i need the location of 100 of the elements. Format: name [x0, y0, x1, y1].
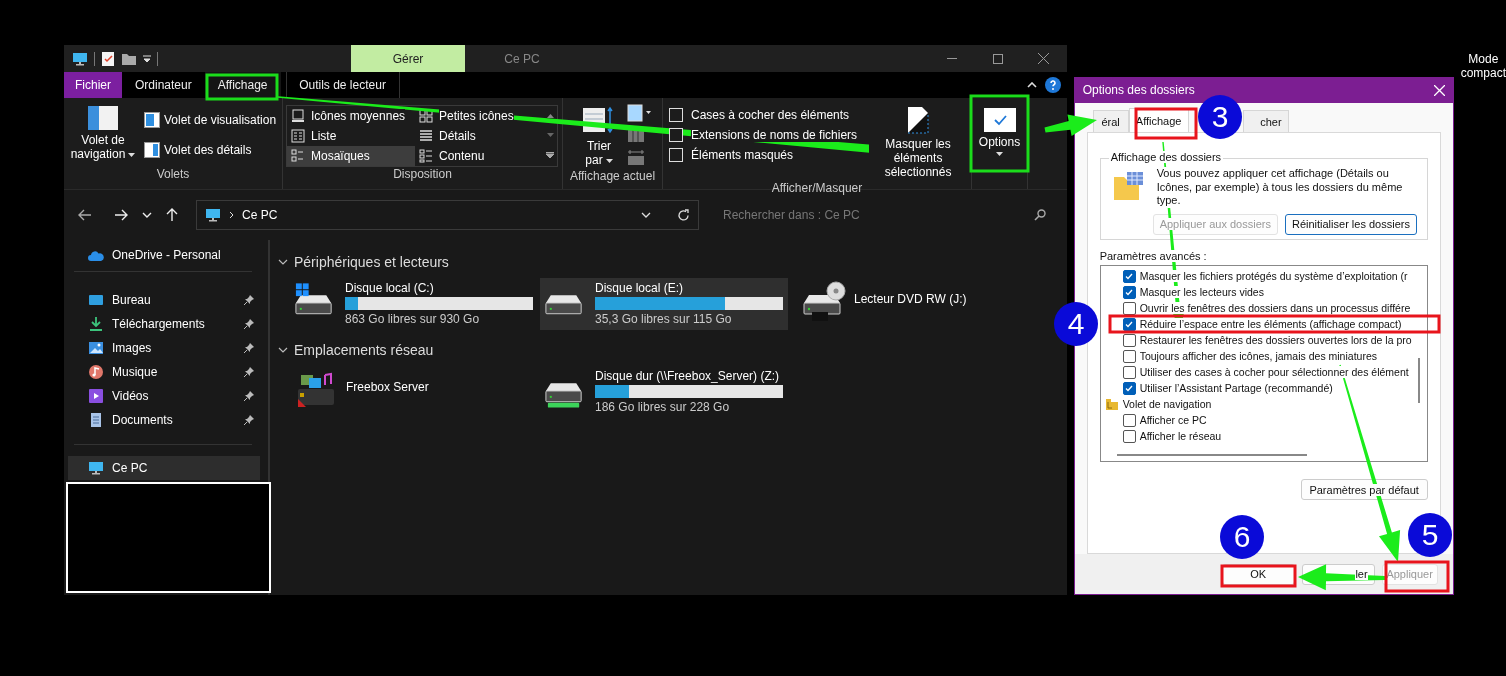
setting-label: Réduire l’espace entre les éléments (affichage compact): [1139, 318, 1402, 330]
pin-icon[interactable]: [244, 295, 254, 305]
pin-icon[interactable]: [244, 343, 254, 353]
setting-label: Ouvrir les fenêtres des dossiers dans un processus différe: [1139, 302, 1411, 314]
desktop-icon: [88, 292, 104, 308]
title-tab[interactable]: Ce PC: [465, 45, 579, 72]
checkbox[interactable]: [1122, 285, 1136, 299]
caption-text: compact: [1460, 66, 1506, 80]
sidebar-item[interactable]: Bureau: [68, 288, 260, 312]
properties-icon[interactable]: [101, 50, 115, 67]
checkbox[interactable]: [1122, 365, 1136, 379]
checkbox[interactable]: [1122, 429, 1136, 443]
restore-defaults-button[interactable]: Paramètres par défaut: [1300, 479, 1428, 500]
dropdown-icon[interactable]: [641, 212, 651, 218]
layout-option[interactable]: Contenu: [415, 146, 543, 166]
back-icon[interactable]: [78, 209, 92, 221]
sidebar-item[interactable]: Téléchargements: [68, 312, 260, 336]
group-label: Afficher/Masquer: [770, 181, 864, 195]
sidebar-item[interactable]: Documents: [68, 408, 260, 432]
checkbox[interactable]: [1122, 381, 1136, 395]
group-label: Disposition: [392, 167, 453, 183]
drive-name: Disque local (C:): [345, 281, 435, 295]
scrollbar-thumb[interactable]: [1116, 454, 1307, 456]
checkbox-label: Éléments masqués: [691, 148, 794, 162]
scroll-down-icon[interactable]: [546, 133, 554, 137]
checkbox[interactable]: [1122, 301, 1136, 315]
drive-name: Disque local (E:): [595, 281, 685, 295]
dialog-title: Options des dossiers: [1082, 83, 1195, 97]
sidebar-item[interactable]: OneDrive - Personal: [68, 243, 260, 267]
dialog-button[interactable]: Réinitialiser les dossiers: [1284, 213, 1417, 235]
pane-button[interactable]: Volet de visualisation: [142, 108, 279, 132]
layout-option[interactable]: Mosaïques: [287, 146, 415, 166]
setting-label: Utiliser l’Assistant Partage (recommandé): [1139, 382, 1333, 394]
layout-option[interactable]: Détails: [415, 126, 543, 146]
options-button[interactable]: Options: [972, 106, 1027, 158]
caret-icon: [605, 158, 613, 163]
recent-locations-icon[interactable]: [142, 212, 152, 218]
layout-option[interactable]: Liste: [287, 126, 415, 146]
navigation-pane-button[interactable]: Volet de navigation: [68, 104, 138, 163]
caret-icon: [128, 152, 136, 157]
scroll-up-icon[interactable]: [546, 113, 554, 118]
pin-icon[interactable]: [244, 415, 254, 425]
caret-icon[interactable]: [143, 54, 151, 63]
sidebar-item[interactable]: Musique: [68, 360, 260, 384]
drive-tile[interactable]: Lecteur DVD RW (J:): [798, 278, 1046, 330]
scrollbar-thumb[interactable]: [1418, 358, 1421, 403]
sidebar-item[interactable]: Images: [68, 336, 260, 360]
pane-icon: [88, 106, 118, 130]
folder-icon: [1112, 171, 1145, 201]
pin-icon[interactable]: [244, 319, 254, 329]
drive-tile[interactable]: Freebox Server: [290, 366, 538, 418]
address-bar[interactable]: Ce PC: [196, 200, 699, 230]
collapse-ribbon-icon[interactable]: [1026, 82, 1037, 88]
layout-option[interactable]: Petites icônes: [415, 106, 543, 126]
sidebar-item[interactable]: Ce PC: [68, 456, 260, 480]
search-field[interactable]: Rechercher dans : Ce PC: [715, 200, 1056, 230]
drive-tile[interactable]: Disque local (C:) 863 Go libres sur 930 Go: [290, 278, 538, 330]
folder-icon[interactable]: [121, 51, 137, 66]
drive-tile[interactable]: Disque local (E:) 35,3 Go libres sur 115 Go: [540, 278, 788, 330]
dvd-drive-icon: [800, 281, 848, 321]
pin-icon[interactable]: [244, 367, 254, 377]
checkbox[interactable]: [1122, 413, 1136, 427]
section-label: Paramètres avancés :: [1099, 250, 1207, 262]
help-icon[interactable]: [1044, 77, 1061, 93]
up-icon[interactable]: [166, 208, 178, 222]
free-space-text: 186 Go libres sur 228 Go: [595, 400, 731, 414]
pane-button[interactable]: Volet des détails: [142, 138, 279, 162]
free-space-text: 35,3 Go libres sur 115 Go: [595, 312, 733, 326]
close-icon[interactable]: [1038, 53, 1050, 64]
chevron-down-icon[interactable]: [278, 257, 288, 267]
title-tab[interactable]: Gérer: [351, 45, 465, 72]
refresh-icon[interactable]: [677, 208, 690, 222]
more-icon[interactable]: [546, 152, 554, 159]
checkbox-icon: [983, 108, 1016, 132]
setting-label: Masquer les lecteurs vides: [1139, 286, 1264, 298]
dialog-tab[interactable]: éral: [1092, 110, 1129, 132]
caret-icon: [996, 152, 1003, 156]
checkbox[interactable]: [1122, 269, 1136, 283]
minimize-icon[interactable]: [946, 57, 957, 60]
arrow: [1044, 114, 1097, 137]
sidebar-item[interactable]: Vidéos: [68, 384, 260, 408]
video-icon: [88, 388, 104, 404]
forward-icon[interactable]: [114, 209, 128, 221]
checkbox[interactable]: [1122, 349, 1136, 363]
pin-icon[interactable]: [244, 391, 254, 401]
drive-tile[interactable]: Disque dur (\\Freebox_Server) (Z:) 186 Go libres sur 228 Go: [540, 366, 788, 418]
layout-icon: [291, 129, 305, 143]
layout-icon: [291, 109, 305, 123]
group-label: Volets: [155, 167, 191, 183]
image-icon: [88, 340, 104, 356]
chevron-down-icon[interactable]: [278, 345, 288, 355]
file-tab[interactable]: Fichier: [64, 72, 122, 98]
layout-icon: [419, 149, 433, 163]
maximize-icon[interactable]: [992, 53, 1003, 64]
ribbon-tab[interactable]: Outils de lecteur: [285, 72, 400, 98]
group-by-icon[interactable]: [627, 104, 651, 122]
computer-icon: [72, 50, 88, 67]
drive-name: Disque dur (\\Freebox_Server) (Z:): [595, 369, 781, 383]
dialog-tab[interactable]: cher: [1242, 110, 1289, 132]
checkbox-label: Extensions de noms de fichiers: [691, 128, 858, 142]
